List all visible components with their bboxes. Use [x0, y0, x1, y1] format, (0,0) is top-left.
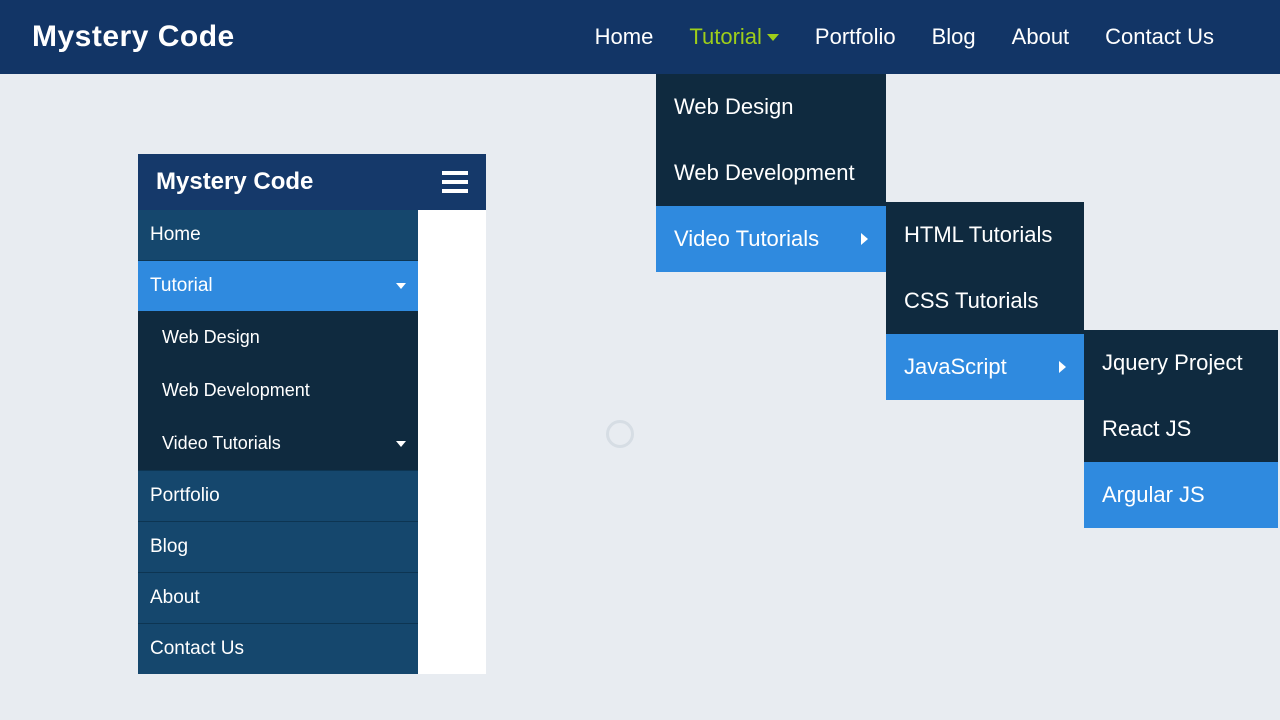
mobile-item-blog[interactable]: Blog — [138, 521, 418, 572]
top-nav: Home Tutorial Portfolio Blog About Conta… — [577, 0, 1232, 74]
nav-tutorial-label: Tutorial — [689, 24, 762, 50]
nav-tutorial[interactable]: Tutorial — [671, 0, 797, 74]
chevron-down-icon — [396, 283, 406, 289]
mobile-sub-video-tutorials-label: Video Tutorials — [162, 433, 281, 454]
nav-blog[interactable]: Blog — [914, 0, 994, 74]
mobile-item-about[interactable]: About — [138, 572, 418, 623]
chevron-right-icon — [861, 233, 868, 245]
mobile-item-about-label: About — [150, 587, 200, 609]
nav-home[interactable]: Home — [577, 0, 672, 74]
mobile-menu-list: Home Tutorial Web Design Web Development… — [138, 210, 418, 674]
dd-video-tutorials-label: Video Tutorials — [674, 226, 819, 252]
dd-web-design[interactable]: Web Design — [656, 74, 886, 140]
dd-web-development-label: Web Development — [674, 160, 855, 186]
mobile-item-tutorial[interactable]: Tutorial — [138, 260, 418, 311]
mobile-item-tutorial-label: Tutorial — [150, 275, 213, 297]
nav-about[interactable]: About — [994, 0, 1088, 74]
mobile-sub-web-design[interactable]: Web Design — [138, 311, 418, 364]
dropdown-javascript: Jquery Project React JS Argular JS — [1084, 330, 1278, 528]
chevron-down-icon — [396, 441, 406, 447]
dd-html-label: HTML Tutorials — [904, 222, 1052, 248]
mobile-item-contact[interactable]: Contact Us — [138, 623, 418, 674]
mobile-item-portfolio[interactable]: Portfolio — [138, 470, 418, 521]
dd-video-tutorials[interactable]: Video Tutorials — [656, 206, 886, 272]
dd-web-development[interactable]: Web Development — [656, 140, 886, 206]
brand-title: Mystery Code — [32, 20, 235, 54]
nav-portfolio-label: Portfolio — [815, 24, 896, 50]
mobile-sub-web-development[interactable]: Web Development — [138, 364, 418, 417]
nav-about-label: About — [1012, 24, 1070, 50]
nav-contact[interactable]: Contact Us — [1087, 0, 1232, 74]
mobile-item-portfolio-label: Portfolio — [150, 485, 220, 507]
mobile-sub-web-development-label: Web Development — [162, 380, 310, 401]
mobile-item-blog-label: Blog — [150, 536, 188, 558]
mobile-menu-header: Mystery Code — [138, 154, 486, 210]
mobile-item-contact-label: Contact Us — [150, 638, 244, 660]
hamburger-icon[interactable] — [442, 171, 468, 193]
mobile-sub-video-tutorials[interactable]: Video Tutorials — [138, 417, 418, 470]
mobile-menu-title: Mystery Code — [156, 168, 313, 196]
dropdown-video-tutorials: HTML Tutorials CSS Tutorials JavaScript — [886, 202, 1084, 400]
dd-react-js[interactable]: React JS — [1084, 396, 1278, 462]
dd-html-tutorials[interactable]: HTML Tutorials — [886, 202, 1084, 268]
mobile-item-home[interactable]: Home — [138, 210, 418, 260]
nav-home-label: Home — [595, 24, 654, 50]
dropdown-tutorial: Web Design Web Development Video Tutoria… — [656, 74, 886, 272]
dd-css-tutorials[interactable]: CSS Tutorials — [886, 268, 1084, 334]
mobile-item-home-label: Home — [150, 224, 201, 246]
dd-css-label: CSS Tutorials — [904, 288, 1039, 314]
mobile-menu-panel: Mystery Code Home Tutorial Web Design We… — [138, 154, 486, 674]
chevron-down-icon — [767, 34, 779, 41]
dd-jquery-project[interactable]: Jquery Project — [1084, 330, 1278, 396]
nav-portfolio[interactable]: Portfolio — [797, 0, 914, 74]
dd-javascript[interactable]: JavaScript — [886, 334, 1084, 400]
mobile-sub-web-design-label: Web Design — [162, 327, 260, 348]
nav-contact-label: Contact Us — [1105, 24, 1214, 50]
top-navbar: Mystery Code Home Tutorial Portfolio Blo… — [0, 0, 1280, 74]
decorative-circle — [606, 420, 634, 448]
chevron-right-icon — [1059, 361, 1066, 373]
dd-javascript-label: JavaScript — [904, 354, 1007, 380]
dd-angular-js[interactable]: Argular JS — [1084, 462, 1278, 528]
dd-web-design-label: Web Design — [674, 94, 793, 120]
nav-blog-label: Blog — [932, 24, 976, 50]
